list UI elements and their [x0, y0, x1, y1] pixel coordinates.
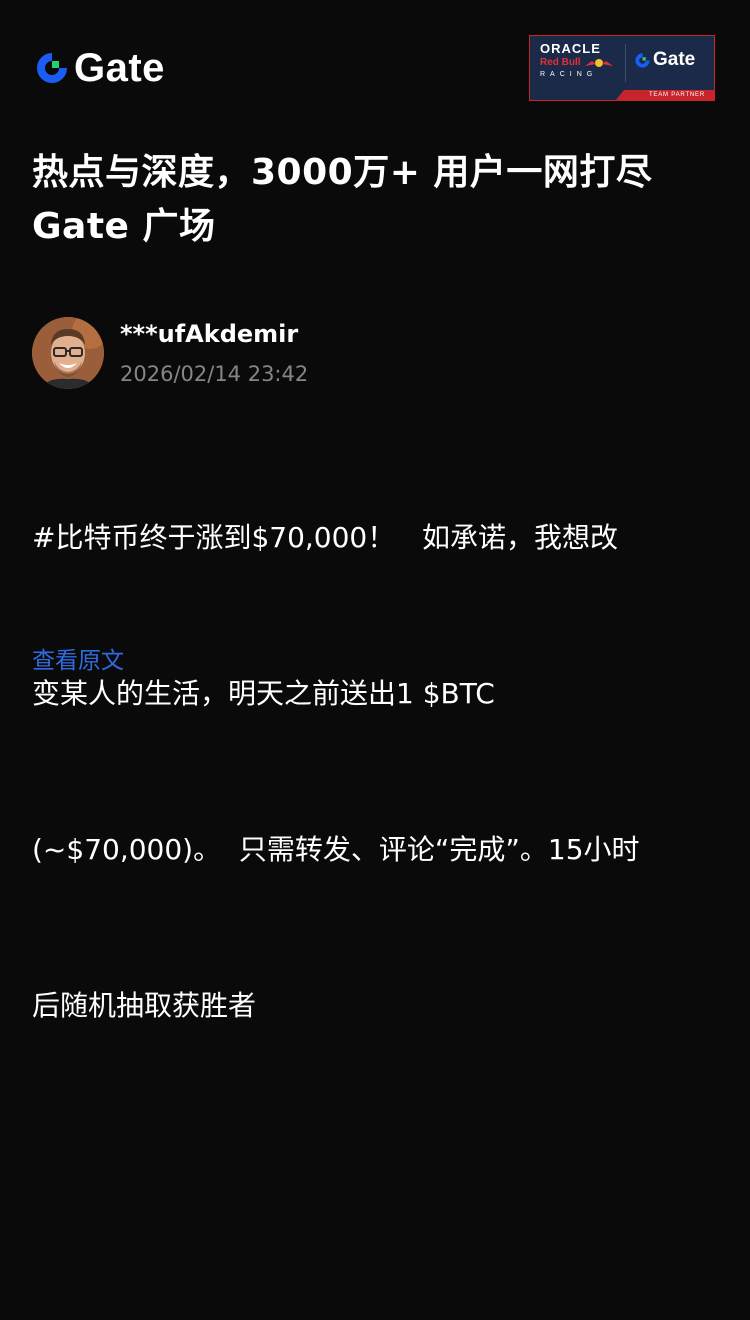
page: Gate ORACLE Red Bull RACING Gate TEAM PA… [0, 0, 750, 1320]
gate-small-icon [635, 52, 650, 68]
post-line: #比特币终于涨到$70,000！ 如承诺，我想改 [32, 521, 618, 554]
view-original-link[interactable]: 查看原文 [32, 645, 124, 677]
team-partner-badge: ORACLE Red Bull RACING Gate TEAM PARTNER [529, 35, 715, 101]
gate-logo-icon [37, 53, 67, 83]
post-line: 变某人的生活，明天之前送出1 $BTC [32, 677, 495, 710]
red-bull-wordmark: Red Bull [540, 57, 581, 68]
post-line: (~$70,000)。 只需转发、评论“完成”。15小时 [32, 833, 640, 866]
partner-gate-text: Gate [653, 49, 696, 70]
red-bull-row: Red Bull [540, 57, 622, 69]
red-bull-icon [584, 59, 613, 67]
partner-gate-logo: Gate [634, 50, 695, 70]
logo-text: Gate [74, 46, 165, 90]
post-timestamp: 2026/02/14 23:42 [120, 362, 309, 386]
post-body: #比特币终于涨到$70,000！ 如承诺，我想改 变某人的生活，明天之前送出1 … [32, 408, 718, 1136]
avatar[interactable] [32, 317, 104, 389]
partner-divider [625, 44, 626, 82]
avatar-image [32, 317, 104, 389]
partner-left: ORACLE Red Bull RACING [540, 42, 622, 81]
team-partner-label: TEAM PARTNER [648, 92, 705, 98]
headline-line-1: 热点与深度，3000万+ 用户一网打尽 [32, 152, 653, 193]
page-headline: 热点与深度，3000万+ 用户一网打尽 Gate 广场 [32, 146, 722, 254]
post-line: 后随机抽取获胜者 [32, 989, 257, 1022]
headline-line-2: Gate 广场 [32, 206, 216, 247]
author-name[interactable]: ***ufAkdemir [120, 318, 298, 350]
oracle-wordmark: ORACLE [540, 41, 601, 56]
racing-wordmark: RACING [540, 71, 598, 78]
gate-logo[interactable]: Gate [34, 48, 165, 88]
